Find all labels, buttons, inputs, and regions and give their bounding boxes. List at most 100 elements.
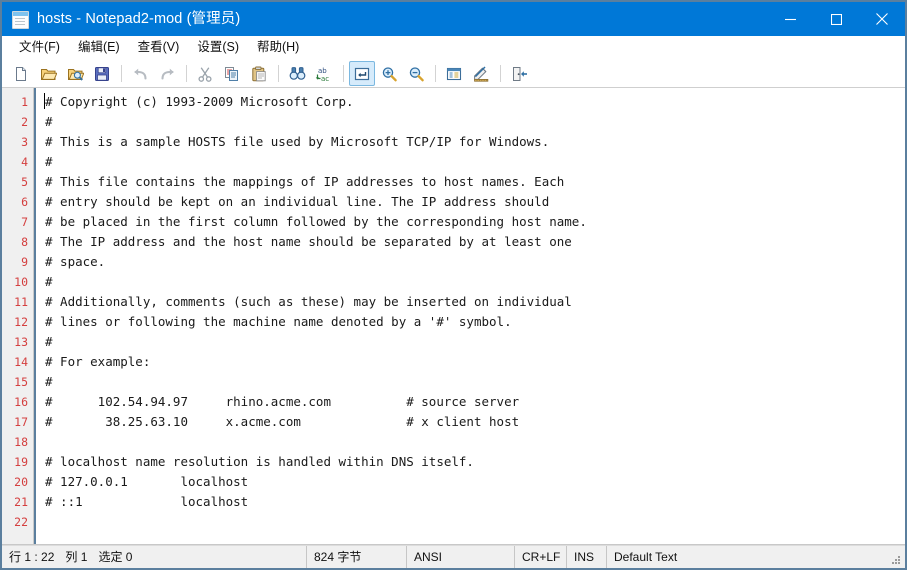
copy-icon[interactable]: [219, 61, 245, 86]
code-line: #: [45, 374, 53, 389]
line-number: 19: [14, 455, 28, 469]
line-number: 4: [21, 155, 28, 169]
zoom-out-icon[interactable]: [403, 61, 429, 86]
status-line-endings[interactable]: CR+LF: [515, 546, 567, 568]
toolbar-separator: [186, 65, 187, 82]
undo-icon[interactable]: [127, 61, 153, 86]
status-file-size[interactable]: 824 字节: [307, 546, 407, 568]
toolbar-separator: [500, 65, 501, 82]
status-scheme[interactable]: Default Text: [607, 546, 905, 568]
status-caret-position[interactable]: 行 1 : 22 列 1 选定 0: [2, 546, 307, 568]
status-encoding[interactable]: ANSI: [407, 546, 515, 568]
status-line-value: 1 : 22: [24, 550, 55, 564]
code-line: # space.: [45, 254, 106, 269]
line-number: 3: [21, 135, 28, 149]
code-line: #: [45, 274, 53, 289]
line-number: 6: [21, 195, 28, 209]
status-line-label: 行: [9, 550, 22, 564]
toolbar-separator: [121, 65, 122, 82]
toolbar-separator: [343, 65, 344, 82]
svg-text:ab: ab: [318, 67, 327, 75]
find-icon[interactable]: [284, 61, 310, 86]
code-line: # For example:: [45, 354, 151, 369]
code-line: # entry should be kept on an individual …: [45, 194, 550, 209]
notepad2-window: hosts - Notepad2-mod (管理员) 文件(F) 编辑(E) 查…: [0, 0, 907, 570]
line-number: 13: [14, 335, 28, 349]
line-number: 14: [14, 355, 28, 369]
status-selection-label: 选定: [98, 550, 123, 564]
code-line: # lines or following the machine name de…: [45, 314, 512, 329]
line-number-gutter: 1 2 3 4 5 6 7 8 9 10 11 12 13 14 15 16 1…: [2, 88, 34, 544]
code-line: # 38.25.63.10 x.acme.com # x client host: [45, 414, 520, 429]
code-line: # Copyright (c) 1993-2009 Microsoft Corp…: [45, 94, 354, 109]
code-line: # be placed in the first column followed…: [45, 214, 587, 229]
line-number: 1: [21, 95, 28, 109]
svg-text:ac: ac: [321, 75, 329, 82]
line-number: 20: [14, 475, 28, 489]
status-bar: 行 1 : 22 列 1 选定 0 824 字节 ANSI CR+LF INS De…: [2, 545, 905, 568]
toolbar-separator: [278, 65, 279, 82]
menu-item-view[interactable]: 查看(V): [129, 37, 189, 58]
edit-scheme-icon[interactable]: [468, 61, 494, 86]
new-file-icon[interactable]: [8, 61, 34, 86]
browse-file-icon[interactable]: [62, 61, 88, 86]
minimize-button[interactable]: [767, 2, 813, 36]
title-bar[interactable]: hosts - Notepad2-mod (管理员): [2, 2, 905, 36]
save-file-icon[interactable]: [89, 61, 115, 86]
code-line: #: [45, 154, 53, 169]
menu-item-file[interactable]: 文件(F): [10, 37, 69, 58]
status-col-label: 列: [65, 550, 78, 564]
cut-icon[interactable]: [192, 61, 218, 86]
maximize-button[interactable]: [813, 2, 859, 36]
code-line: #: [45, 334, 53, 349]
close-button[interactable]: [859, 2, 905, 36]
line-number: 5: [21, 175, 28, 189]
status-selection-value: 0: [125, 550, 133, 564]
code-line: # 102.54.94.97 rhino.acme.com # source s…: [45, 394, 520, 409]
line-number: 12: [14, 315, 28, 329]
status-insert-mode[interactable]: INS: [567, 546, 607, 568]
code-line: # This file contains the mappings of IP …: [45, 174, 565, 189]
line-number: 11: [14, 295, 28, 309]
resize-grip-icon[interactable]: [890, 554, 902, 566]
line-number: 21: [14, 495, 28, 509]
toolbar: ab ac: [2, 60, 905, 88]
menu-item-settings[interactable]: 设置(S): [188, 37, 248, 58]
open-file-icon[interactable]: [35, 61, 61, 86]
code-line: # The IP address and the host name shoul…: [45, 234, 572, 249]
line-number: 17: [14, 415, 28, 429]
line-number: 16: [14, 395, 28, 409]
status-col-value: 1: [80, 550, 88, 564]
word-wrap-icon[interactable]: [349, 61, 375, 86]
line-number: 7: [21, 215, 28, 229]
line-number: 8: [21, 235, 28, 249]
code-line: # 127.0.0.1 localhost: [45, 474, 249, 489]
line-number: 2: [21, 115, 28, 129]
window-title-text: hosts - Notepad2-mod (管理员): [37, 11, 241, 27]
paste-icon[interactable]: [246, 61, 272, 86]
window-title: hosts - Notepad2-mod (管理员): [37, 2, 240, 36]
line-number: 18: [14, 435, 28, 449]
code-text-area[interactable]: # Copyright (c) 1993-2009 Microsoft Corp…: [36, 88, 905, 544]
line-number: 22: [14, 515, 28, 529]
editor-area[interactable]: 1 2 3 4 5 6 7 8 9 10 11 12 13 14 15 16 1…: [2, 88, 905, 545]
replace-icon[interactable]: ab ac: [311, 61, 337, 86]
window-controls: [767, 2, 905, 36]
code-line: # localhost name resolution is handled w…: [45, 454, 474, 469]
redo-icon[interactable]: [154, 61, 180, 86]
menu-item-help[interactable]: 帮助(H): [248, 37, 308, 58]
line-number: 15: [14, 375, 28, 389]
scheme-icon[interactable]: [441, 61, 467, 86]
code-line: # Additionally, comments (such as these)…: [45, 294, 572, 309]
zoom-in-icon[interactable]: [376, 61, 402, 86]
notepad-icon: [11, 10, 29, 29]
menu-bar: 文件(F) 编辑(E) 查看(V) 设置(S) 帮助(H): [2, 36, 905, 60]
code-line: #: [45, 114, 53, 129]
line-number: 10: [14, 275, 28, 289]
exit-icon[interactable]: [506, 61, 532, 86]
code-line: # ::1 localhost: [45, 494, 249, 509]
toolbar-separator: [435, 65, 436, 82]
menu-item-edit[interactable]: 编辑(E): [69, 37, 129, 58]
